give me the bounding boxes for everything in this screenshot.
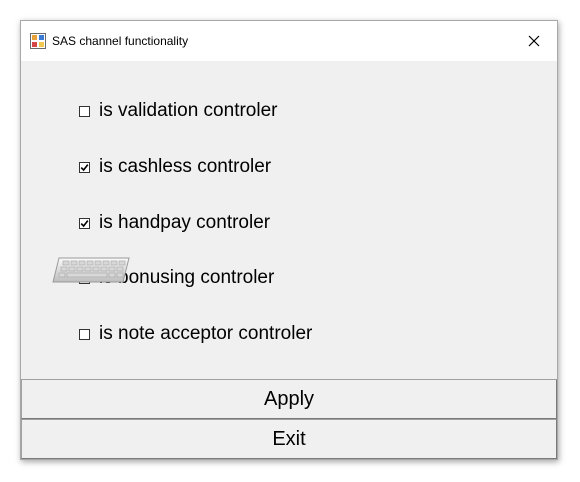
option-cashless-controler[interactable]: is cashless controler [79,154,271,180]
handpay-checkbox[interactable] [79,217,90,229]
bonusing-checkbox[interactable] [79,272,90,284]
option-bonusing-controler[interactable]: is bonusing controler [79,265,274,291]
option-label: is handpay controler [99,212,271,233]
option-label: is cashless controler [99,156,272,177]
app-window-icon [30,33,46,49]
title-bar[interactable]: SAS channel functionality [21,21,557,61]
dialog-window: SAS channel functionality is validation … [20,20,558,460]
option-handpay-controler[interactable]: is handpay controler [79,210,270,236]
close-icon [528,35,540,47]
option-label: is note acceptor controler [99,323,313,344]
close-button[interactable] [511,21,557,61]
option-validation-controler[interactable]: is validation controler [79,98,277,124]
option-note-acceptor-controler[interactable]: is note acceptor controler [79,321,312,347]
option-label: is validation controler [99,100,278,121]
option-label: is bonusing controler [99,267,275,288]
cashless-checkbox[interactable] [79,161,90,173]
validation-checkbox[interactable] [79,105,90,117]
exit-button[interactable]: Exit [21,419,557,459]
checkmark-icon [80,163,89,171]
window-title: SAS channel functionality [52,34,189,48]
checkmark-icon [80,219,89,227]
note-acceptor-checkbox[interactable] [79,328,90,340]
apply-button[interactable]: Apply [21,379,557,419]
